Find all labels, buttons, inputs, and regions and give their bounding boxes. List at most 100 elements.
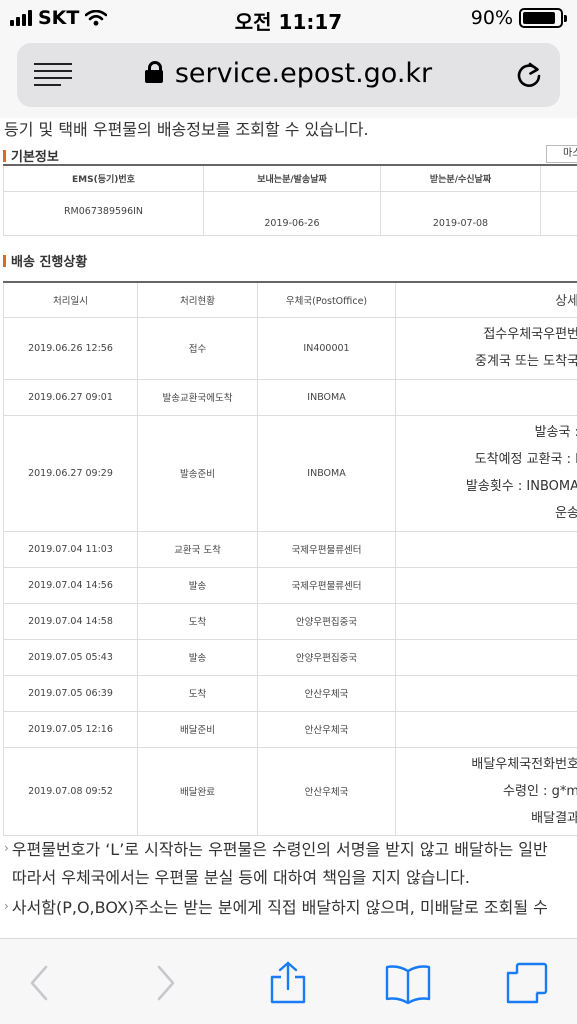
url-display[interactable]: service.epost.go.kr xyxy=(17,58,560,89)
tabs-icon[interactable] xyxy=(505,961,549,1005)
table-header: EMS(등기)번호 xyxy=(3,164,204,192)
url-text: service.epost.go.kr xyxy=(174,58,433,89)
intro-text: 등기 및 택배 우편물의 배송정보를 조회할 수 있습니다. xyxy=(4,120,369,139)
row-time: 2019.06.26 12:56 xyxy=(3,316,138,380)
note-text: 우편물번호가 ‘L’로 시작하는 우편물은 수령인의 서명을 받지 않고 배달하… xyxy=(11,840,548,859)
row-office: INBOMA xyxy=(257,378,396,416)
row-office: 국제우편물류센터 xyxy=(257,530,396,568)
row-time: 2019.06.27 09:29 xyxy=(3,414,138,532)
detail-line: 도착예정 교환국 : I xyxy=(474,452,577,467)
table-row: 2019.07.05 12:16 배달준비 안산우체국 xyxy=(3,710,577,748)
row-time: 2019.06.27 09:01 xyxy=(3,378,138,416)
note-text: 사서함(P,O,BOX)주소는 받는 분에게 직접 배달하지 않으며, 미배달로… xyxy=(11,898,548,917)
row-status: 도착 xyxy=(137,602,258,640)
share-icon[interactable] xyxy=(266,961,310,1005)
table-header: 우체국(PostOffice) xyxy=(257,281,396,318)
note-bullet: › xyxy=(4,899,9,913)
note-bullet: › xyxy=(4,841,9,855)
basic-info-table: EMS(등기)번호 보내는분/발송날짜 받는분/수신날짜 RM067389596… xyxy=(3,164,577,236)
send-date: 2019-06-26 xyxy=(203,190,381,236)
table-row: 2019.07.04 14:56 발송 국제우편물류센터 xyxy=(3,566,577,604)
lock-icon xyxy=(144,61,163,83)
table-header-row: EMS(등기)번호 보내는분/발송날짜 받는분/수신날짜 xyxy=(3,164,577,192)
row-status: 발송준비 xyxy=(137,414,258,532)
row-status: 교환국 도착 xyxy=(137,530,258,568)
row-detail xyxy=(395,602,577,640)
tracking-title: 배송 진행상황 xyxy=(3,251,87,270)
detail-line: 중계국 또는 도착국 xyxy=(475,354,577,369)
row-detail xyxy=(395,378,577,416)
table-row: 2019.06.27 09:29 발송준비 INBOMA 발송국 : 도착예정 교… xyxy=(3,414,577,532)
note-text: 따라서 우체국에서는 우편물 분실 등에 대하여 책임을 지지 않습니다. xyxy=(12,868,470,887)
row-detail: 접수우체국우편번중계국 또는 도착국 xyxy=(395,316,577,380)
row-status: 발송교환국에도착 xyxy=(137,378,258,416)
receive-date: 2019-07-08 xyxy=(380,190,541,236)
row-status: 배달준비 xyxy=(137,710,258,748)
table-header: 보내는분/발송날짜 xyxy=(203,164,381,192)
detail-line: 운송 xyxy=(555,506,577,521)
tracking-title-text: 배송 진행상황 xyxy=(11,255,88,270)
row-office: IN400001 xyxy=(257,316,396,380)
address-bar[interactable]: service.epost.go.kr xyxy=(17,43,560,107)
table-row: 2019.07.05 06:39 도착 안산우체국 xyxy=(3,674,577,712)
row-office: INBOMA xyxy=(257,414,396,532)
row-time: 2019.07.05 12:16 xyxy=(3,710,138,748)
table-row: 2019.06.27 09:01 발송교환국에도착 INBOMA xyxy=(3,378,577,416)
status-bar: SKT 오전 11:17 90% xyxy=(0,0,577,38)
note-line: › 사서함(P,O,BOX)주소는 받는 분에게 직접 배달하지 않으며, 미배달… xyxy=(4,892,548,922)
row-status: 발송 xyxy=(137,638,258,676)
browser-toolbar xyxy=(0,938,577,1024)
row-detail xyxy=(395,566,577,604)
row-office: 안양우편집중국 xyxy=(257,602,396,640)
table-row: RM067389596IN 2019-06-26 2019-07-08 xyxy=(3,190,577,236)
detail-line: 수령인 : g*m xyxy=(503,783,577,799)
table-row: 2019.07.04 11:03 교환국 도착 국제우편물류센터 xyxy=(3,530,577,568)
row-office: 국제우편물류센터 xyxy=(257,566,396,604)
row-detail: 발송국 : 도착예정 교환국 : I 발송횟수 : INBOMA 운송 xyxy=(395,414,577,532)
row-time: 2019.07.04 11:03 xyxy=(3,530,138,568)
forward-icon[interactable] xyxy=(143,961,187,1005)
detail-line: 배달결과 xyxy=(531,810,577,826)
battery-group: 90% xyxy=(470,7,567,29)
back-icon[interactable] xyxy=(20,961,64,1005)
row-detail: 배달우체국전화번호수령인 : g*m 배달결과 xyxy=(395,746,577,836)
table-row: 2019.07.08 09:52 배달완료 안산우체국 배달우체국전화번호 수령인… xyxy=(3,746,577,836)
browser-chrome: service.epost.go.kr xyxy=(0,38,577,118)
table-row: 2019.07.04 14:58 도착 안양우편집중국 xyxy=(3,602,577,640)
detail-line: 발송국 : xyxy=(534,425,577,440)
row-office: 안산우체국 xyxy=(257,674,396,712)
table-row: 2019.06.26 12:56 접수 IN400001 접수우체국우편번중계국… xyxy=(3,316,577,380)
table-header: 상세 xyxy=(395,281,577,318)
basic-info-title-text: 기본정보 xyxy=(11,150,59,165)
table-cell xyxy=(540,190,577,236)
row-time: 2019.07.04 14:58 xyxy=(3,602,138,640)
row-detail xyxy=(395,674,577,712)
row-detail xyxy=(395,638,577,676)
tracking-table: 처리일시 처리현황 우체국(PostOffice) 상세 2019.06.26 … xyxy=(3,281,577,836)
detail-line: 접수우체국우편번 xyxy=(483,327,577,342)
table-header: 받는분/수신날짜 xyxy=(380,164,541,192)
table-header: 처리일시 xyxy=(3,281,138,318)
row-office: 안산우체국 xyxy=(257,746,396,836)
table-row: 2019.07.05 05:43 발송 안양우편집중국 xyxy=(3,638,577,676)
table-header-row: 처리일시 처리현황 우체국(PostOffice) 상세 xyxy=(3,281,577,318)
row-time: 2019.07.05 06:39 xyxy=(3,674,138,712)
reload-icon[interactable] xyxy=(514,60,544,90)
row-status: 발송 xyxy=(137,566,258,604)
row-status: 접수 xyxy=(137,316,258,380)
row-status: 도착 xyxy=(137,674,258,712)
bookmarks-icon[interactable] xyxy=(384,961,432,1005)
notes: › 우편물번호가 ‘L’로 시작하는 우편물은 수령인의 서명을 받지 않고 배달… xyxy=(4,834,548,922)
row-detail xyxy=(395,710,577,748)
row-time: 2019.07.05 05:43 xyxy=(3,638,138,676)
battery-percent: 90% xyxy=(470,7,513,29)
page-content: 등기 및 택배 우편물의 배송정보를 조회할 수 있습니다. 기본정보 마스 E… xyxy=(0,118,577,938)
detail-line: 배달우체국전화번호 xyxy=(471,756,577,772)
more-button[interactable]: 마스 xyxy=(546,145,577,163)
table-header: 처리현황 xyxy=(137,281,258,318)
note-line: › 우편물번호가 ‘L’로 시작하는 우편물은 수령인의 서명을 받지 않고 배달… xyxy=(4,834,548,864)
row-detail xyxy=(395,530,577,568)
basic-info-title: 기본정보 xyxy=(3,146,59,165)
row-office: 안산우체국 xyxy=(257,710,396,748)
section-marker xyxy=(3,149,6,162)
